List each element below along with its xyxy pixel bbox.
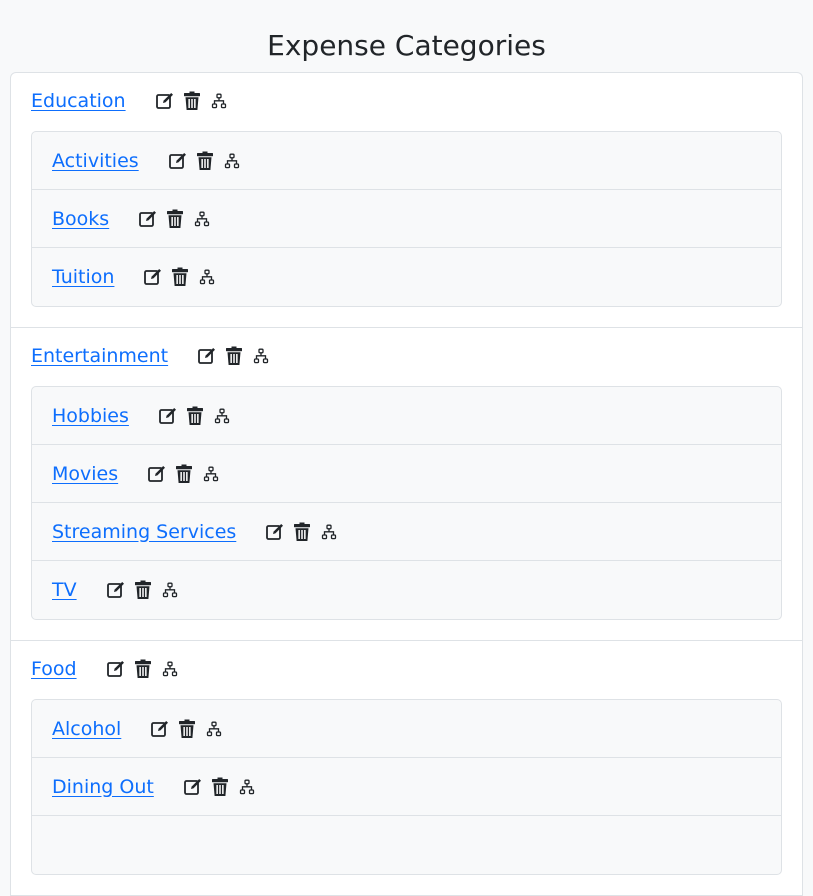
list-item: Hobbies: [32, 387, 781, 445]
edit-icon[interactable]: [105, 658, 127, 680]
category-group: Education Activities Books Tuition: [11, 73, 802, 328]
subcategory-row: Tuition: [52, 266, 223, 288]
edit-icon[interactable]: [149, 718, 171, 740]
trash-icon[interactable]: [164, 208, 186, 230]
category-actions: [196, 345, 277, 367]
subcategory-row: Books: [52, 208, 218, 230]
trash-icon[interactable]: [291, 521, 313, 543]
hierarchy-icon[interactable]: [203, 718, 225, 740]
subcategory-row: Alcohol: [52, 718, 230, 740]
list-item: Tuition: [32, 248, 781, 306]
trash-icon[interactable]: [169, 266, 191, 288]
category-actions: [154, 90, 235, 112]
subcategory-actions: [146, 463, 227, 485]
subcategory-list: Hobbies Movies Streaming Services TV: [31, 386, 782, 620]
subcategory-link[interactable]: Dining Out: [52, 776, 154, 798]
list-item: Movies: [32, 445, 781, 503]
edit-icon[interactable]: [142, 266, 164, 288]
category-row: Entertainment: [31, 342, 782, 370]
category-list: Education Activities Books Tuition Enter…: [10, 72, 803, 896]
subcategory-row: TV: [52, 579, 186, 601]
hierarchy-icon[interactable]: [211, 405, 233, 427]
list-item: TV: [32, 561, 781, 619]
hierarchy-icon[interactable]: [208, 90, 230, 112]
hierarchy-icon[interactable]: [159, 658, 181, 680]
subcategory-actions: [142, 266, 223, 288]
subcategory-actions: [157, 405, 238, 427]
edit-icon[interactable]: [264, 521, 286, 543]
subcategory-actions: [105, 579, 186, 601]
subcategory-link[interactable]: Books: [52, 208, 109, 230]
subcategory-actions: [149, 718, 230, 740]
trash-icon[interactable]: [132, 579, 154, 601]
edit-icon[interactable]: [154, 90, 176, 112]
category-actions: [105, 658, 186, 680]
category-row: Food: [31, 655, 782, 683]
hierarchy-icon[interactable]: [236, 776, 258, 798]
edit-icon[interactable]: [146, 463, 168, 485]
subcategory-actions: [167, 150, 248, 172]
trash-icon[interactable]: [209, 776, 231, 798]
hierarchy-icon[interactable]: [191, 208, 213, 230]
list-item: [32, 816, 781, 874]
hierarchy-icon[interactable]: [196, 266, 218, 288]
trash-icon[interactable]: [132, 658, 154, 680]
edit-icon[interactable]: [196, 345, 218, 367]
edit-icon[interactable]: [157, 405, 179, 427]
edit-icon[interactable]: [182, 776, 204, 798]
trash-icon[interactable]: [176, 718, 198, 740]
subcategory-actions: [264, 521, 345, 543]
subcategory-link[interactable]: Activities: [52, 150, 139, 172]
list-item: Streaming Services: [32, 503, 781, 561]
edit-icon[interactable]: [105, 579, 127, 601]
subcategory-list: Activities Books Tuition: [31, 131, 782, 307]
subcategory-link[interactable]: Tuition: [52, 266, 114, 288]
list-item: Activities: [32, 132, 781, 190]
trash-icon[interactable]: [181, 90, 203, 112]
category-group: Food Alcohol Dining Out: [11, 641, 802, 896]
category-link[interactable]: Entertainment: [31, 345, 168, 367]
category-link[interactable]: Education: [31, 90, 126, 112]
list-item: Dining Out: [32, 758, 781, 816]
list-item: Alcohol: [32, 700, 781, 758]
category-row: Education: [31, 87, 782, 115]
hierarchy-icon[interactable]: [221, 150, 243, 172]
edit-icon[interactable]: [167, 150, 189, 172]
hierarchy-icon[interactable]: [159, 579, 181, 601]
subcategory-row: Activities: [52, 150, 248, 172]
subcategory-row: Hobbies: [52, 405, 238, 427]
subcategory-link[interactable]: Hobbies: [52, 405, 129, 427]
category-link[interactable]: Food: [31, 658, 77, 680]
subcategory-actions: [182, 776, 263, 798]
subcategory-row: Movies: [52, 463, 227, 485]
subcategory-actions: [137, 208, 218, 230]
hierarchy-icon[interactable]: [200, 463, 222, 485]
subcategory-link[interactable]: Movies: [52, 463, 118, 485]
page-title: Expense Categories: [267, 29, 546, 62]
subcategory-link[interactable]: Streaming Services: [52, 521, 236, 543]
subcategory-row: Streaming Services: [52, 521, 345, 543]
edit-icon[interactable]: [137, 208, 159, 230]
trash-icon[interactable]: [194, 150, 216, 172]
subcategory-link[interactable]: TV: [52, 579, 77, 601]
trash-icon[interactable]: [173, 463, 195, 485]
hierarchy-icon[interactable]: [250, 345, 272, 367]
category-group: Entertainment Hobbies Movies Streaming S…: [11, 328, 802, 641]
trash-icon[interactable]: [184, 405, 206, 427]
subcategory-list: Alcohol Dining Out: [31, 699, 782, 875]
subcategory-link[interactable]: Alcohol: [52, 718, 121, 740]
hierarchy-icon[interactable]: [318, 521, 340, 543]
subcategory-row: Dining Out: [52, 776, 263, 798]
trash-icon[interactable]: [223, 345, 245, 367]
list-item: Books: [32, 190, 781, 248]
